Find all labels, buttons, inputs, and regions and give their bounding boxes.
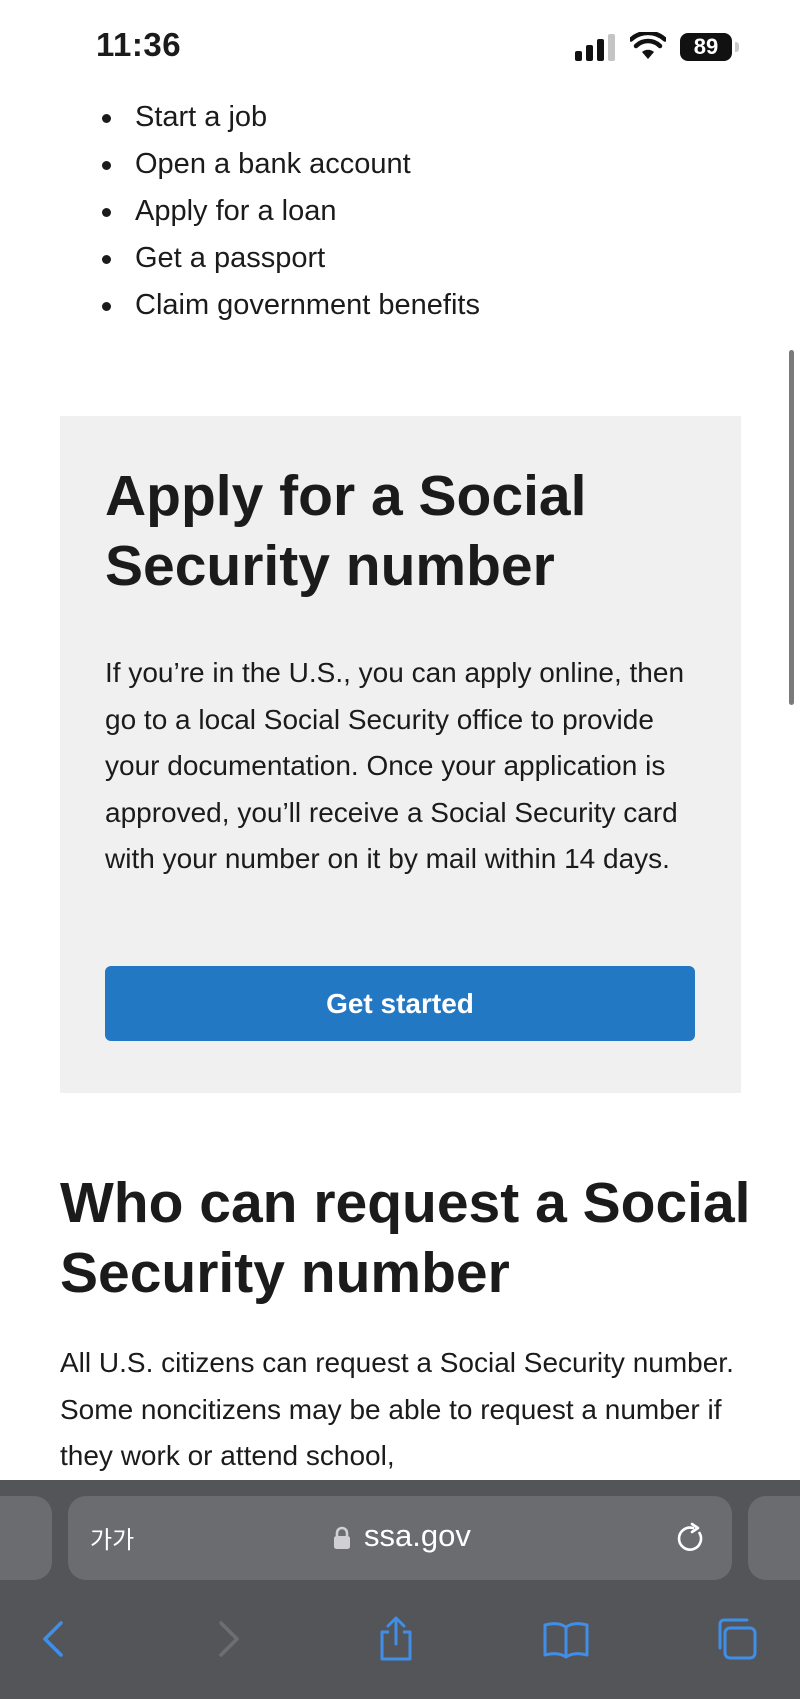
share-button[interactable] — [372, 1615, 420, 1663]
apply-heading: Apply for a Social Security number — [105, 464, 587, 598]
uses-list: Start a job Open a bank account Apply fo… — [100, 94, 480, 329]
back-icon — [43, 1621, 63, 1657]
cellular-signal-icon — [575, 34, 615, 61]
tabs-icon — [718, 1618, 757, 1660]
tabs-button[interactable] — [712, 1615, 760, 1663]
bookmarks-button[interactable] — [542, 1615, 590, 1663]
wifi-icon — [630, 32, 666, 59]
status-bar: 11:36 89 — [0, 0, 800, 96]
text-size-button[interactable]: 가가 — [90, 1520, 134, 1555]
page-scrollbar[interactable] — [789, 350, 794, 705]
forward-button[interactable] — [204, 1615, 252, 1663]
back-button[interactable] — [30, 1615, 78, 1663]
battery-tip — [735, 42, 739, 52]
browser-toolbar: 가가 ssa.gov — [0, 1480, 800, 1699]
battery-level: 89 — [680, 33, 732, 61]
who-can-request-heading: Who can request a Social Security number — [60, 1171, 751, 1305]
address-bar[interactable]: 가가 ssa.gov — [68, 1496, 732, 1580]
forward-icon — [219, 1621, 239, 1657]
get-started-button[interactable]: Get started — [105, 966, 695, 1041]
status-time: 11:36 — [96, 26, 182, 63]
list-item: Apply for a loan — [100, 188, 480, 235]
next-tab-peek[interactable] — [748, 1496, 800, 1580]
bookmarks-icon — [543, 1622, 589, 1659]
list-item: Get a passport — [100, 235, 480, 282]
apply-panel: Apply for a Social Security number If yo… — [60, 416, 741, 1093]
battery-icon: 89 — [680, 33, 740, 61]
list-item: Open a bank account — [100, 141, 480, 188]
lock-icon — [334, 1526, 350, 1549]
who-can-request-text: All U.S. citizens can request a Social S… — [60, 1347, 734, 1471]
url-domain[interactable]: ssa.gov — [364, 1518, 471, 1554]
apply-description: If you’re in the U.S., you can apply onl… — [105, 657, 685, 874]
previous-tab-peek[interactable] — [0, 1496, 52, 1580]
share-icon — [380, 1616, 412, 1661]
reload-icon[interactable] — [674, 1522, 706, 1554]
list-item: Start a job — [100, 94, 480, 141]
list-item: Claim government benefits — [100, 282, 480, 329]
